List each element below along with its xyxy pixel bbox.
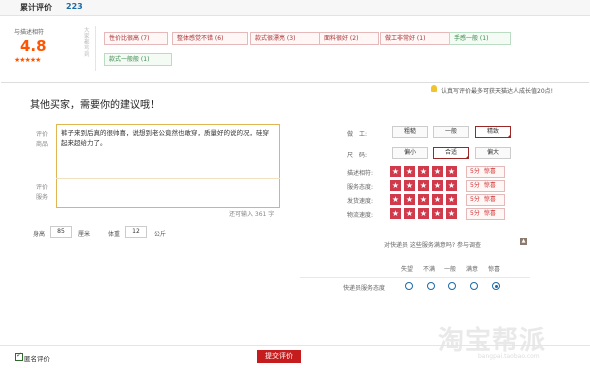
anonymous-label: 匿名评价 (24, 355, 50, 363)
rating-score: 5分 (470, 196, 480, 203)
rating-star-icon[interactable]: ★ (446, 180, 457, 191)
form-title: 其他买家，需要你的建议哦！ (30, 100, 160, 111)
remaining-chars: 还可输入 361 字 (229, 211, 275, 218)
rating-label: 发货速度: (347, 198, 374, 205)
craft-option[interactable]: 精致 (475, 126, 511, 138)
rating-star-icon[interactable]: ★ (404, 194, 415, 205)
tab-review-count[interactable]: 223 (66, 2, 83, 11)
lightbulb-icon (431, 85, 437, 92)
rating-star-icon[interactable]: ★ (404, 180, 415, 191)
rating-star-icon[interactable]: ★ (418, 166, 429, 177)
reward-tip: 认真写评价最多可获天猫达人成长值20点! (441, 88, 554, 95)
courier-divider (300, 277, 530, 278)
courier-column-header: 一般 (444, 266, 457, 273)
rating-label: 服务态度: (347, 184, 374, 191)
craft-option[interactable]: 粗糙 (392, 126, 428, 138)
rating-comment: 惊喜 (483, 182, 496, 189)
textarea-divider (56, 178, 280, 179)
courier-radio[interactable] (427, 282, 435, 290)
summary-divider (95, 26, 96, 71)
rating-star-icon[interactable]: ★ (432, 208, 443, 219)
rating-star-icon[interactable]: ★ (432, 194, 443, 205)
rating-star-icon[interactable]: ★ (390, 194, 401, 205)
rating-label: 描述相符: (347, 170, 374, 177)
review-tag[interactable]: 整体感觉不错 (6) (172, 32, 248, 45)
tags-side-note: 大家都写到 (84, 28, 90, 58)
rating-score-box: 5分 惊喜 (466, 166, 505, 178)
rating-star-icon[interactable]: ★ (418, 208, 429, 219)
review-tag[interactable]: 性价比很高 (7) (104, 32, 168, 45)
craft-label: 做 工: (347, 131, 368, 138)
size-label: 尺 码: (347, 152, 368, 159)
rating-score-box: 5分 惊喜 (466, 194, 505, 206)
rating-comment: 惊喜 (483, 196, 496, 203)
courier-radio[interactable] (492, 282, 500, 290)
rating-star-icon[interactable]: ★ (390, 208, 401, 219)
height-unit: 厘米 (78, 231, 91, 238)
size-option[interactable]: 偏大 (475, 147, 511, 159)
size-option[interactable]: 合适 (433, 147, 469, 159)
courier-column-header: 满意 (466, 266, 479, 273)
submit-button[interactable]: 提交评价 (257, 350, 301, 363)
score-stars: ★★★★★ (14, 56, 41, 64)
rating-star-icon[interactable]: ★ (418, 194, 429, 205)
watermark-logo: 淘宝帮派 (438, 326, 547, 356)
weight-label: 体重 (108, 231, 121, 238)
rating-star-icon[interactable]: ★ (404, 208, 415, 219)
courier-radio[interactable] (448, 282, 456, 290)
score-value: 4.8 (20, 37, 47, 55)
rating-score-box: 5分 惊喜 (466, 208, 505, 220)
rating-star-icon[interactable]: ★ (432, 166, 443, 177)
review-tag[interactable]: 做工非常好 (1) (380, 32, 450, 45)
eval-product-label: 评价商品 (36, 131, 49, 148)
height-label: 身高 (33, 231, 46, 238)
score-label: 与描述相符 (14, 29, 45, 36)
craft-option[interactable]: 一般 (433, 126, 469, 138)
rating-star-icon[interactable]: ★ (390, 166, 401, 177)
rating-comment: 惊喜 (483, 210, 496, 217)
courier-radio[interactable] (405, 282, 413, 290)
weight-input[interactable]: 12 (125, 226, 147, 238)
courier-column-header: 失望 (401, 266, 414, 273)
footer-divider (0, 345, 590, 346)
weight-unit: 公斤 (154, 231, 167, 238)
rating-star-icon[interactable]: ★ (418, 180, 429, 191)
review-tag[interactable]: 手感一般 (1) (449, 32, 511, 45)
review-tag[interactable]: 款式一般般 (1) (104, 53, 172, 66)
rating-comment: 惊喜 (483, 168, 496, 175)
eval-service-label: 评价服务 (36, 184, 49, 201)
courier-row-label: 快递员服务态度 (343, 285, 386, 292)
rating-score: 5分 (470, 182, 480, 189)
courier-prompt: 对快递员 这些服务满意吗? 参与调查 (384, 242, 481, 249)
review-text: 裤子来到后真的很帅喜，说想到老公竟然也敢穿，质量好的说的况，硅穿起来超给力了。 (61, 129, 269, 147)
watermark-url: bangpai.taobao.com (478, 353, 540, 360)
rating-star-icon[interactable]: ★ (390, 180, 401, 191)
rating-star-icon[interactable]: ★ (446, 194, 457, 205)
rating-label: 物流速度: (347, 212, 374, 219)
courier-column-header: 不满 (423, 266, 436, 273)
rating-star-icon[interactable]: ★ (432, 180, 443, 191)
rating-score: 5分 (470, 210, 480, 217)
tab-total-reviews[interactable]: 累计评价 (20, 2, 52, 13)
height-input[interactable]: 85 (50, 226, 72, 238)
courier-radio[interactable] (470, 282, 478, 290)
review-tab-bar: 累计评价 223 (0, 0, 590, 16)
rating-star-icon[interactable]: ★ (446, 166, 457, 177)
collapse-icon[interactable]: ▲ (520, 238, 527, 245)
size-option[interactable]: 偏小 (392, 147, 428, 159)
rating-score: 5分 (470, 168, 480, 175)
courier-column-header: 惊喜 (488, 266, 501, 273)
anonymous-checkbox[interactable] (15, 351, 23, 361)
rating-score-box: 5分 惊喜 (466, 180, 505, 192)
review-tag[interactable]: 面料很好 (2) (319, 32, 379, 45)
rating-star-icon[interactable]: ★ (404, 166, 415, 177)
rating-star-icon[interactable]: ★ (446, 208, 457, 219)
review-tag[interactable]: 款式很漂亮 (3) (250, 32, 322, 45)
